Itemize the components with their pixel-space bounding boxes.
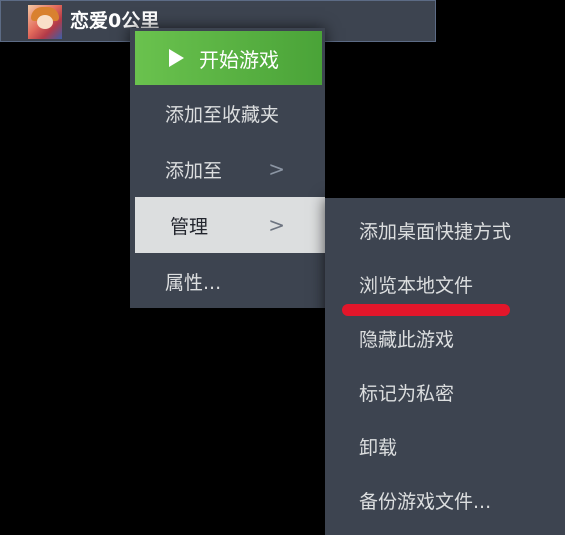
play-game-button[interactable]: 开始游戏 xyxy=(135,31,322,85)
game-context-menu: 开始游戏 添加至收藏夹 添加至 > 管理 > 属性... xyxy=(130,28,325,308)
submenu-item-label: 备份游戏文件... xyxy=(359,490,492,513)
submenu-item-label: 添加桌面快捷方式 xyxy=(359,220,512,243)
game-thumbnail xyxy=(28,5,62,39)
menu-item-add-to-favorites[interactable]: 添加至收藏夹 xyxy=(130,85,325,141)
menu-item-properties[interactable]: 属性... xyxy=(130,253,325,309)
submenu-item-add-desktop-shortcut[interactable]: 添加桌面快捷方式 xyxy=(325,202,565,258)
manage-submenu: 添加桌面快捷方式 浏览本地文件 隐藏此游戏 标记为私密 卸载 备份游戏文件... xyxy=(325,198,565,535)
menu-item-label: 属性... xyxy=(165,271,222,294)
play-game-label: 开始游戏 xyxy=(199,47,279,72)
menu-item-label: 管理 xyxy=(170,215,209,238)
submenu-item-backup-game-files[interactable]: 备份游戏文件... xyxy=(325,472,565,528)
submenu-item-mark-private[interactable]: 标记为私密 xyxy=(325,364,565,420)
chevron-right-icon: > xyxy=(268,213,285,237)
menu-item-label: 添加至收藏夹 xyxy=(165,103,280,126)
play-icon xyxy=(169,49,184,67)
game-thumbnail-face xyxy=(37,15,53,29)
submenu-item-label: 隐藏此游戏 xyxy=(359,328,455,351)
menu-item-label: 添加至 xyxy=(165,159,223,182)
submenu-item-uninstall[interactable]: 卸载 xyxy=(325,418,565,474)
menu-item-add-to[interactable]: 添加至 > xyxy=(130,141,325,197)
menu-item-manage[interactable]: 管理 > xyxy=(135,197,325,253)
submenu-item-label: 卸载 xyxy=(359,436,398,459)
submenu-item-hide-game[interactable]: 隐藏此游戏 xyxy=(325,310,565,366)
submenu-item-label: 标记为私密 xyxy=(359,382,455,405)
chevron-right-icon: > xyxy=(268,157,285,181)
submenu-item-label: 浏览本地文件 xyxy=(359,274,474,297)
highlight-underline-annotation xyxy=(342,304,510,316)
